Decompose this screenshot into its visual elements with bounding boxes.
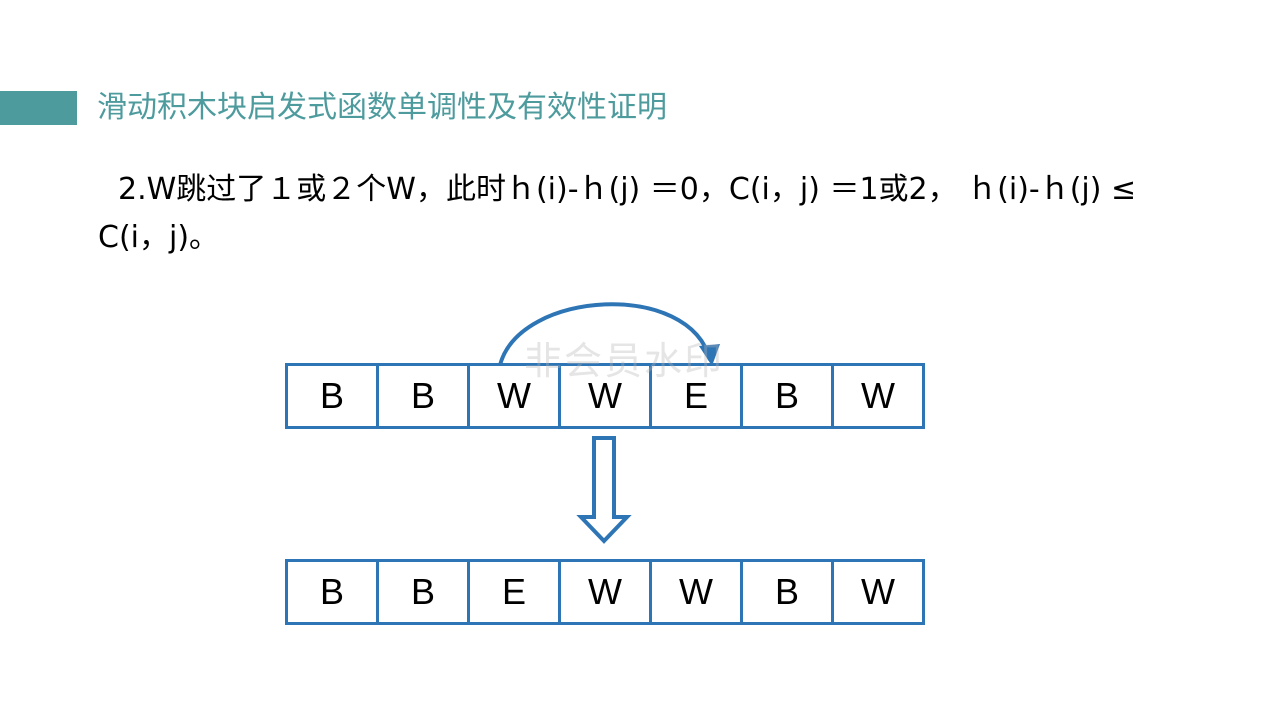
state-before-row: B B W W E B W [285, 363, 925, 429]
tile-cell: B [743, 562, 834, 622]
title-accent-bar [0, 91, 77, 125]
transition-down-arrow [576, 436, 632, 544]
tile-cell: W [834, 366, 925, 426]
tile-cell: B [379, 562, 470, 622]
tile-cell: W [834, 562, 925, 622]
tile-cell: B [743, 366, 834, 426]
tile-cell: B [288, 366, 379, 426]
tile-cell: E [470, 562, 561, 622]
slide-title: 滑动积木块启发式函数单调性及有效性证明 [97, 90, 667, 125]
jump-arc-arrow [498, 302, 712, 366]
explanation-text: 2.W跳过了１或２个W，此时ｈ(i)-ｈ(j) ＝0，C(i，j) ＝1或2， … [98, 172, 1137, 255]
tile-cell: W [561, 366, 652, 426]
tile-cell: W [652, 562, 743, 622]
tile-cell: W [470, 366, 561, 426]
tile-cell: B [379, 366, 470, 426]
tile-cell: B [288, 562, 379, 622]
tile-cell: E [652, 366, 743, 426]
tile-cell: W [561, 562, 652, 622]
state-after-row: B B E W W B W [285, 559, 925, 625]
